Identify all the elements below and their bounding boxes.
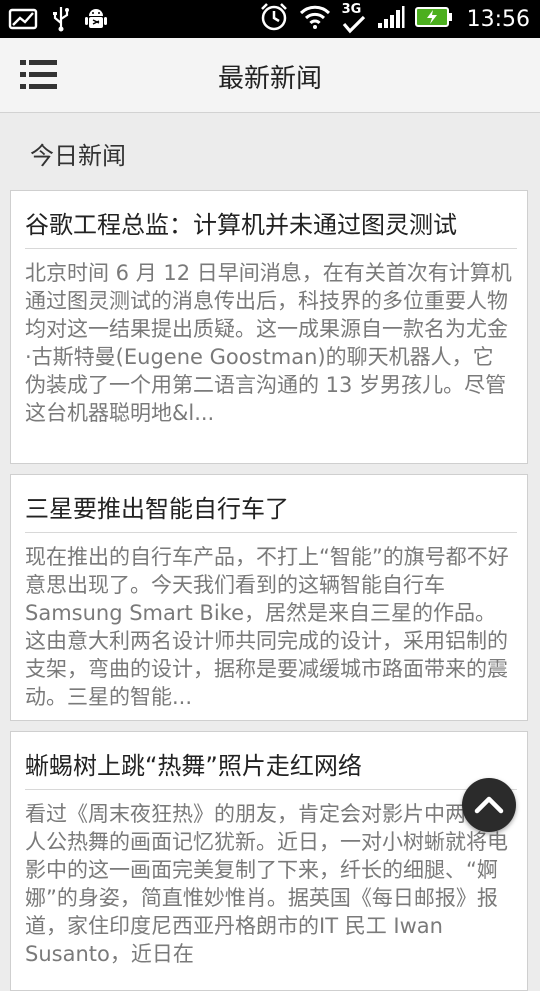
network-3g-icon: 3G (341, 2, 367, 35)
scroll-top-button[interactable] (462, 778, 516, 832)
news-card[interactable]: 三星要推出智能自行车了 现在推出的自行车产品，不打上“智能”的旗号都不好意思出现… (10, 474, 528, 721)
news-summary: 现在推出的自行车产品，不打上“智能”的旗号都不好意思出现了。今天我们看到的这辆智… (25, 545, 509, 709)
news-card[interactable]: 谷歌工程总监：计算机并未通过图灵测试 北京时间 6 月 12 日早间消息，在有关… (10, 190, 528, 464)
gallery-icon (8, 7, 38, 35)
usb-icon (52, 6, 70, 36)
status-bar: 3G 13:56 (0, 0, 540, 38)
alarm-icon (259, 2, 289, 36)
android-debug-icon (84, 6, 108, 36)
action-bar: 最新新闻 (0, 38, 540, 113)
status-time: 13:56 (466, 6, 530, 32)
news-title: 蜥蜴树上跳“热舞”照片走红网络 (25, 732, 517, 790)
news-summary: 北京时间 6 月 12 日早间消息，在有关首次有计算机通过图灵测试的消息传出后，… (25, 261, 512, 425)
news-summary: 看过《周末夜狂热》的朋友，肯定会对影片中两位主人公热舞的画面记忆犹新。近日，一对… (25, 802, 508, 966)
battery-charging-icon (414, 7, 453, 31)
page-title: 最新新闻 (217, 64, 322, 94)
news-card[interactable]: 蜥蜴树上跳“热舞”照片走红网络 看过《周末夜狂热》的朋友，肯定会对影片中两位主人… (10, 731, 528, 991)
wifi-icon (299, 4, 331, 34)
signal-icon (377, 5, 405, 33)
news-title: 三星要推出智能自行车了 (25, 475, 517, 533)
section-title: 今日新闻 (30, 142, 126, 170)
news-title: 谷歌工程总监：计算机并未通过图灵测试 (25, 191, 517, 249)
